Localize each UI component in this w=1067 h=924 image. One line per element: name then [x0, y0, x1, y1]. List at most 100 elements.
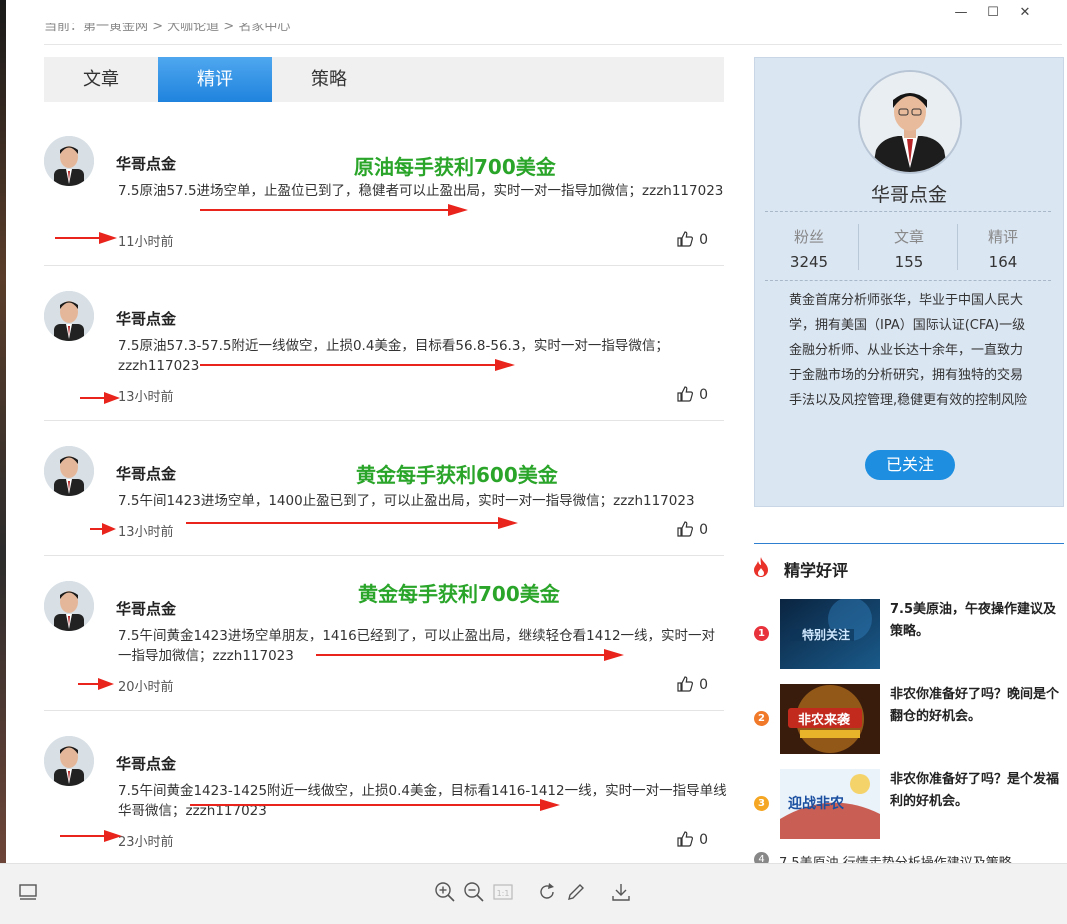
like-count: 0	[699, 387, 708, 403]
post-author[interactable]: 华哥点金	[116, 598, 176, 619]
featured-item-title[interactable]: 非农你准备好了吗？晚间是个翻仓的好机会。	[890, 684, 1062, 728]
like-button[interactable]: 0	[677, 521, 708, 538]
divider	[44, 555, 724, 556]
avatar[interactable]	[44, 291, 94, 341]
window-controls: — ☐ ✕	[947, 0, 1067, 26]
divider	[765, 211, 1051, 212]
like-count: 0	[699, 832, 708, 848]
featured-item-title[interactable]: 7.5美原油，午夜操作建议及策略。	[890, 599, 1062, 643]
thumbs-up-icon	[677, 676, 694, 692]
featured-item-title[interactable]: 非农你准备好了吗？是个发福利的好机会。	[890, 769, 1062, 813]
featured-item[interactable]: 1 特别关注 7.5美原油，午夜操作建议及策略。	[754, 599, 1064, 671]
annotation-arrow	[190, 799, 560, 811]
stat-label: 精评	[987, 228, 1018, 246]
download-icon[interactable]	[610, 881, 632, 903]
profit-annotation: 黄金每手获利600美金	[356, 463, 558, 487]
rank-badge: 1	[754, 626, 769, 641]
like-count: 0	[699, 522, 708, 538]
stat-value: 155	[894, 253, 924, 271]
annotation-arrow	[200, 359, 515, 371]
post-content: 7.5午间1423进场空单，1400止盈已到了，可以止盈出局，实时一对一指导微信…	[118, 493, 695, 509]
author-profile-card: 华哥点金 粉丝 3245 文章 155 精评 164 黄金首席分析师张华，毕业于中国人…	[754, 57, 1064, 507]
like-button[interactable]: 0	[677, 386, 708, 403]
post-time: 13小时前	[118, 525, 174, 540]
thumbnail-text: 迎战非农	[788, 796, 844, 812]
annotation-arrow	[78, 678, 114, 690]
zoom-in-icon[interactable]	[434, 881, 456, 903]
actual-size-icon[interactable]: 1:1	[492, 881, 514, 903]
tab-bar: 文章 精评 策略	[44, 57, 724, 102]
window-edge	[0, 0, 6, 923]
maximize-button[interactable]: ☐	[979, 2, 1007, 24]
profile-name[interactable]: 华哥点金	[755, 180, 1063, 207]
annotation-arrow	[80, 392, 120, 404]
divider	[44, 710, 724, 711]
annotation-arrow	[55, 232, 117, 244]
tab-strategy[interactable]: 策略	[272, 57, 386, 102]
post-author[interactable]: 华哥点金	[116, 463, 176, 484]
svg-text:1:1: 1:1	[497, 889, 510, 898]
rotate-icon[interactable]	[536, 881, 558, 903]
post-time: 20小时前	[118, 680, 174, 695]
thumbnail[interactable]: 迎战非农	[780, 769, 880, 839]
post-author[interactable]: 华哥点金	[116, 308, 176, 329]
follow-button[interactable]: 已关注	[865, 450, 955, 480]
stat-label: 文章	[893, 228, 924, 246]
annotation-arrow	[316, 649, 624, 661]
like-count: 0	[699, 232, 708, 248]
close-button[interactable]: ✕	[1011, 2, 1039, 24]
avatar[interactable]	[44, 581, 94, 631]
post-author[interactable]: 华哥点金	[116, 153, 176, 174]
post-content: 7.5原油57.5进场空单，止盈位已到了，稳健者可以止盈出局，实时一对一指导加微…	[118, 183, 724, 199]
avatar[interactable]	[44, 136, 94, 186]
divider	[754, 543, 1064, 544]
thumbs-up-icon	[677, 831, 694, 847]
divider	[44, 420, 724, 421]
thumbnail[interactable]: 非农来袭	[780, 684, 880, 754]
post-time: 11小时前	[118, 235, 174, 250]
viewer-toolbar: 1:1	[0, 863, 1067, 924]
like-button[interactable]: 0	[677, 231, 708, 248]
stat-reviews: 精评 164	[953, 226, 1053, 271]
annotation-arrow	[186, 517, 518, 529]
stat-value: 3245	[789, 253, 829, 271]
breadcrumb: 当前：第一黄金网 > 大咖论道 > 名家中心	[44, 19, 291, 34]
annotation-arrow	[90, 523, 116, 535]
divider	[44, 44, 1062, 45]
thumbnail-text: 特别关注	[802, 628, 851, 642]
panel-icon[interactable]	[17, 881, 39, 903]
stat-value: 164	[988, 253, 1018, 271]
thumbs-up-icon	[677, 521, 694, 537]
stat-label: 粉丝	[793, 228, 824, 246]
like-button[interactable]: 0	[677, 831, 708, 848]
featured-item[interactable]: 2 非农来袭 非农你准备好了吗？晚间是个翻仓的好机会。	[754, 684, 1064, 756]
rank-badge: 3	[754, 796, 769, 811]
zoom-out-icon[interactable]	[463, 881, 485, 903]
rank-badge: 2	[754, 711, 769, 726]
edit-icon[interactable]	[565, 881, 587, 903]
thumbnail[interactable]: 特别关注	[780, 599, 880, 669]
featured-title: 精学好评	[784, 561, 849, 580]
minimize-button[interactable]: —	[947, 2, 975, 24]
featured-item[interactable]: 3 迎战非农 非农你准备好了吗？是个发福利的好机会。	[754, 769, 1064, 841]
thumbnail-text: 非农来袭	[798, 713, 851, 728]
like-count: 0	[699, 677, 708, 693]
tab-reviews[interactable]: 精评	[158, 57, 272, 102]
divider	[44, 265, 724, 266]
avatar[interactable]	[44, 736, 94, 786]
fire-icon	[754, 557, 768, 577]
post-author[interactable]: 华哥点金	[116, 753, 176, 774]
stat-fans: 粉丝 3245	[759, 226, 859, 271]
like-button[interactable]: 0	[677, 676, 708, 693]
avatar[interactable]	[44, 446, 94, 496]
tab-articles[interactable]: 文章	[44, 57, 158, 102]
annotation-arrow	[200, 204, 468, 216]
post-time: 23小时前	[118, 835, 174, 850]
thumbs-up-icon	[677, 386, 694, 402]
profile-bio: 黄金首席分析师张华，毕业于中国人民大学，拥有美国（IPA）国际认证(CFA)一级…	[789, 293, 1028, 408]
thumbs-up-icon	[677, 231, 694, 247]
annotation-arrow	[60, 830, 122, 842]
stat-articles: 文章 155	[859, 226, 959, 271]
divider	[765, 280, 1051, 281]
avatar[interactable]	[858, 70, 962, 174]
